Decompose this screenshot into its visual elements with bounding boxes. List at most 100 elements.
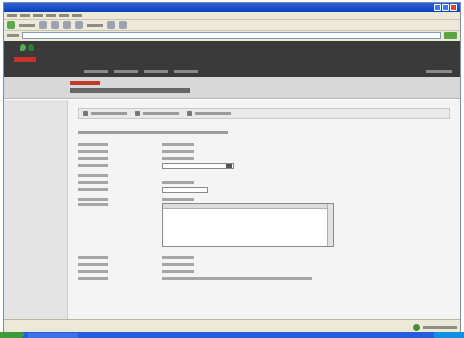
history-icon[interactable]	[119, 21, 127, 29]
textarea-label	[78, 203, 162, 206]
header-nav	[84, 70, 420, 73]
footer-row-2-label-text	[78, 263, 108, 266]
form-row-8	[78, 196, 450, 203]
start-button[interactable]	[0, 332, 24, 338]
back-label	[19, 23, 35, 27]
status-select[interactable]	[162, 162, 234, 169]
footer-row-3-label	[78, 270, 162, 273]
form-row-3-value-text	[162, 157, 194, 160]
page-viewport	[4, 41, 460, 320]
footer-row-2-value-text	[162, 263, 194, 266]
menu-bar	[4, 12, 460, 20]
sidebar	[4, 100, 68, 320]
form-row-6-label-text	[78, 181, 108, 184]
footer-row-3	[78, 268, 450, 275]
form-row-3-value	[162, 157, 450, 160]
footer-row-3-label-text	[78, 270, 108, 273]
form-row-1-label	[78, 143, 162, 146]
action-3-label	[195, 112, 231, 115]
header-nav-link-4[interactable]	[174, 70, 198, 73]
logo-leaf-right	[28, 44, 34, 51]
taskbar	[0, 332, 464, 338]
form-row-2-label-text	[78, 150, 108, 153]
form-row-8-value	[162, 198, 450, 201]
action-3[interactable]	[187, 111, 231, 116]
stop-icon[interactable]	[51, 21, 59, 29]
menu-item-3[interactable]	[33, 14, 43, 17]
form-row-5-label	[78, 174, 162, 177]
form-row-8-label	[78, 198, 162, 201]
menu-item-5[interactable]	[59, 14, 69, 17]
header-nav-link-3[interactable]	[144, 70, 168, 73]
form-row-7-label-text	[78, 188, 108, 191]
forward-icon[interactable]	[39, 21, 47, 29]
content-area	[4, 100, 460, 320]
system-tray	[434, 332, 464, 338]
refresh-icon[interactable]	[63, 21, 71, 29]
browser-window	[3, 2, 461, 335]
action-2-icon	[135, 111, 140, 116]
textarea-value	[162, 203, 450, 247]
footer-row-1-label	[78, 256, 162, 259]
textarea-row	[78, 203, 450, 251]
form-row-6-label	[78, 181, 162, 184]
title-bar	[4, 3, 460, 12]
form-row-6-value	[162, 181, 450, 184]
menu-item-4[interactable]	[46, 14, 56, 17]
comment-textarea-input[interactable]	[163, 204, 328, 246]
form-row-2	[78, 148, 450, 155]
footer-row-2-label	[78, 263, 162, 266]
footer-row-1-label-text	[78, 256, 108, 259]
page-title	[70, 88, 190, 93]
menu-item-2[interactable]	[20, 14, 30, 17]
header-user-link[interactable]	[426, 70, 452, 73]
logo-wordmark	[14, 57, 36, 62]
footer-row-4-value-text	[162, 277, 312, 280]
action-2[interactable]	[135, 111, 179, 116]
main-panel	[78, 108, 450, 316]
title-band	[4, 77, 460, 99]
action-1-icon	[83, 111, 88, 116]
footer-row-2	[78, 261, 450, 268]
close-button[interactable]	[450, 4, 457, 11]
menu-item-6[interactable]	[72, 14, 82, 17]
textarea-label-text	[78, 203, 108, 206]
footer-row-3-value	[162, 270, 450, 273]
footer-row-1	[78, 254, 450, 261]
comment-textarea	[162, 203, 334, 247]
address-bar	[4, 31, 460, 40]
home-icon[interactable]	[75, 21, 83, 29]
header-nav-link-1[interactable]	[84, 70, 108, 73]
minimize-button[interactable]	[434, 4, 441, 11]
form-row-4	[78, 162, 450, 169]
maximize-button[interactable]	[442, 4, 449, 11]
form-row-1-value-text	[162, 143, 194, 146]
form-row-6	[78, 179, 450, 186]
form-row-5-label-text	[78, 174, 108, 177]
menu-item-1[interactable]	[7, 14, 17, 17]
header-nav-link-2[interactable]	[114, 70, 138, 73]
toolbar	[4, 20, 460, 31]
address-input[interactable]	[22, 32, 441, 39]
footer-row-1-value-text	[162, 256, 194, 259]
form-row-7-input[interactable]	[162, 186, 208, 193]
form-row-4-label-text	[78, 164, 108, 167]
zone-label	[423, 325, 457, 329]
search-label	[87, 23, 103, 27]
taskbar-window-button[interactable]	[28, 332, 78, 338]
form-row-5	[78, 172, 450, 179]
favorites-icon[interactable]	[107, 21, 115, 29]
window-title	[7, 6, 433, 9]
breadcrumb[interactable]	[70, 81, 100, 85]
go-button[interactable]	[444, 32, 457, 39]
action-1[interactable]	[83, 111, 127, 116]
action-3-icon	[187, 111, 192, 116]
form-row-4-value	[162, 162, 450, 169]
textarea-scrollbar[interactable]	[327, 204, 333, 246]
form-row-7-value	[162, 186, 450, 193]
back-icon[interactable]	[7, 21, 15, 29]
footer-row-2-value	[162, 263, 450, 266]
form-row-3	[78, 155, 450, 162]
footer-row-4-label	[78, 277, 162, 280]
footer-row-4	[78, 275, 450, 282]
